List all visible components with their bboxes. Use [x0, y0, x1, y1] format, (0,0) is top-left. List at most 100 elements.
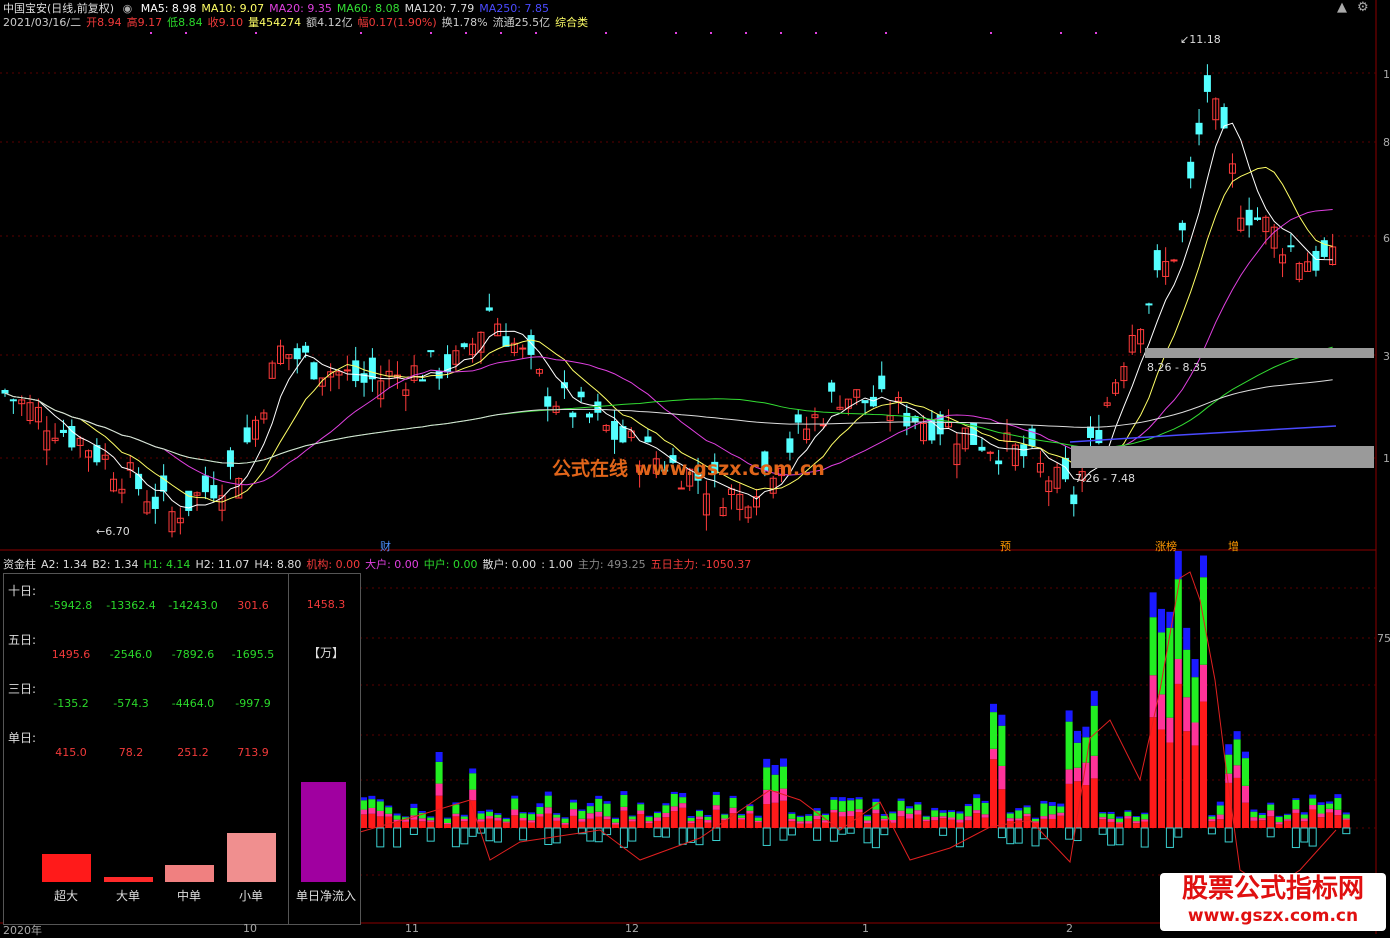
info-item-0: 2021/03/16/二	[3, 16, 82, 29]
flow-stack-bar	[838, 811, 846, 817]
flow-stack-bar	[1225, 773, 1233, 783]
flow-stack-bar	[788, 812, 796, 814]
flow-stack-bar	[586, 818, 594, 828]
axis-label: 1	[1383, 452, 1390, 465]
flow-stack-bar	[1233, 777, 1241, 828]
candle-body	[1195, 122, 1203, 135]
flow-stack-bar	[544, 813, 552, 828]
flow-stack-bar	[780, 800, 787, 828]
flow-stack-bar	[922, 815, 930, 817]
signal-dot	[990, 32, 992, 34]
flow-stack-bar	[553, 814, 561, 818]
flow-bar-label: 小单	[238, 889, 263, 903]
outflow-bar	[1140, 827, 1149, 848]
flow-stack-bar	[628, 816, 636, 820]
flow-stack-bar	[1090, 705, 1098, 756]
flow-stack-bar	[1183, 627, 1191, 650]
flow-stack-bar	[906, 806, 913, 809]
event-tag-zhangbang[interactable]: 涨榜	[1155, 538, 1177, 554]
flow-stack-bar	[393, 815, 401, 820]
flow-stack-bar	[973, 810, 981, 814]
ma250-line	[1069, 425, 1337, 443]
flow-stack-bar	[1048, 802, 1056, 806]
flow-stack-bar	[1032, 818, 1039, 822]
flow-stack-bar	[1275, 824, 1283, 828]
watermark: 公式在线 www.gszx.com.cn	[552, 458, 825, 480]
flow-stack-bar	[1048, 818, 1056, 828]
flow-stack-bar	[679, 792, 687, 798]
outflow-bar	[863, 827, 872, 844]
flow-stack-bar	[561, 818, 569, 823]
signal-dot	[535, 32, 537, 34]
panel-value: 301.6	[237, 599, 269, 612]
net-inflow-bar	[301, 782, 346, 882]
flow-stack-bar	[519, 817, 527, 821]
flow-stack-bar	[645, 815, 653, 818]
flow-stack-bar	[1183, 731, 1191, 828]
flow-stack-bar	[880, 815, 888, 819]
flow-stack-bar	[410, 807, 418, 816]
flow-stack-bar	[460, 814, 468, 817]
flow-stack-bar	[805, 823, 813, 828]
flow-stack-bar	[822, 813, 829, 815]
panel-row-label: 十日:	[8, 584, 37, 598]
flow-stack-bar	[981, 800, 989, 803]
candle-body	[619, 426, 627, 443]
event-tag-yu[interactable]: 预	[1000, 538, 1011, 554]
outflow-bar	[409, 827, 418, 835]
flow-stack-bar	[1317, 813, 1325, 818]
event-tag-zeng[interactable]: 增	[1228, 538, 1239, 554]
flow-stack-bar	[855, 809, 863, 813]
flow-stack-bar	[1284, 813, 1291, 815]
flow-stack-bar	[376, 799, 384, 802]
flow-stack-bar	[393, 813, 401, 816]
flow-stack-bar	[813, 808, 821, 811]
gear-icon[interactable]: ⚙	[1357, 0, 1369, 15]
flow-stack-bar	[1174, 579, 1182, 659]
flow-stack-bar	[872, 813, 880, 828]
flow-stack-bar	[1225, 744, 1233, 755]
flow-stack-bar	[645, 821, 653, 824]
price-high-label: ↙11.18	[1180, 33, 1221, 46]
flow-stack-bar	[990, 712, 997, 749]
flow-stack-bar	[670, 806, 678, 812]
info-item-4: 收9.10	[207, 16, 244, 29]
outflow-bar	[519, 827, 528, 841]
flow-stack-bar	[435, 783, 443, 796]
flow-stack-bar	[444, 822, 451, 825]
flow-stack-bar	[1074, 767, 1081, 782]
flow-stack-bar	[553, 817, 561, 821]
panel-value: -574.3	[113, 697, 149, 710]
flow-stack-bar	[1317, 802, 1325, 805]
flow-stack-bar	[864, 820, 871, 824]
site-logo: 股票公式指标网 www.gszx.com.cn	[1160, 873, 1386, 931]
flow-stack-bar	[687, 817, 695, 822]
flow-stack-bar	[998, 789, 1006, 828]
outflow-bar	[485, 827, 494, 842]
flow-stack-bar	[1250, 809, 1258, 812]
flow-stack-bar	[914, 814, 922, 828]
flow-stack-bar	[570, 802, 577, 810]
flow-stack-bar	[603, 819, 611, 828]
candle-body	[1254, 217, 1261, 220]
candle-body	[677, 487, 685, 490]
flow-bar	[165, 864, 214, 882]
flow-stack-bar	[578, 810, 586, 819]
support-zone	[1071, 446, 1374, 468]
flow-stack-bar	[1040, 803, 1048, 817]
flow-stack-bar	[1023, 813, 1031, 817]
flow-stack-bar	[796, 821, 804, 824]
candle-body	[243, 427, 251, 443]
candle-body	[293, 348, 301, 360]
event-tag-cai[interactable]: 财	[380, 538, 391, 554]
flow-stack-bar	[1107, 821, 1115, 828]
flow-stack-bar	[561, 822, 569, 825]
flow-stack-bar	[1267, 802, 1275, 805]
arrow-up-icon[interactable]: ▲	[1337, 0, 1347, 15]
outflow-bar	[813, 827, 822, 841]
flow-stack-bar	[477, 813, 485, 820]
flow-stack-bar	[410, 819, 418, 828]
candle-body	[226, 450, 234, 467]
candle-body	[644, 436, 652, 443]
flow-stack-bar	[603, 801, 611, 804]
